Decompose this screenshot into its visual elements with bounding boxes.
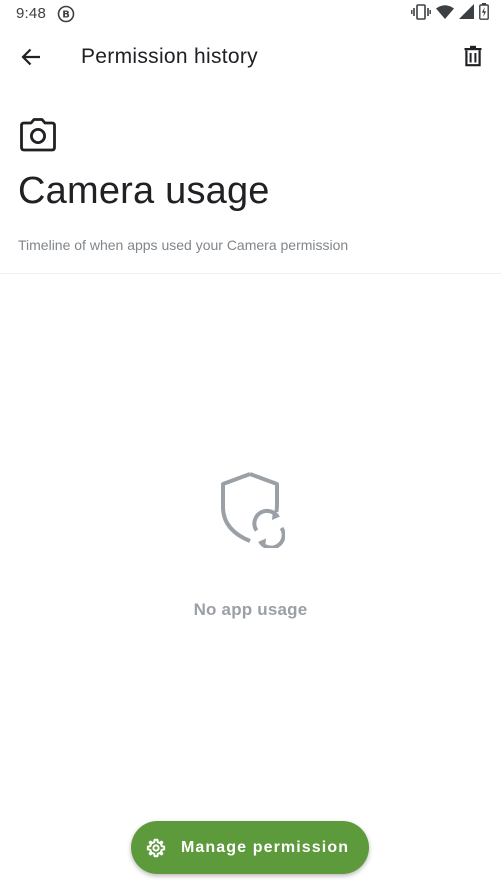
- page-subtitle: Timeline of when apps used your Camera p…: [18, 237, 349, 253]
- back-button[interactable]: [14, 44, 48, 74]
- signal-icon: [459, 4, 474, 24]
- sync-icon: B: [57, 5, 75, 23]
- shield-sync-icon: [219, 470, 286, 550]
- app-bar-title: Permission history: [81, 45, 258, 68]
- camera-icon: [20, 118, 56, 152]
- page-title: Camera usage: [18, 170, 270, 212]
- status-icons: [411, 3, 489, 25]
- status-bar: 9:48 B: [0, 0, 501, 28]
- manage-permission-button[interactable]: Manage permission: [131, 821, 369, 874]
- wifi-icon: [436, 4, 454, 24]
- status-time: 9:48: [16, 5, 46, 22]
- delete-button[interactable]: [457, 42, 489, 74]
- manage-permission-label: Manage permission: [181, 838, 350, 856]
- header-divider: [0, 273, 501, 274]
- vibrate-icon: [411, 3, 431, 25]
- back-arrow-icon: [21, 48, 41, 71]
- empty-state-message: No app usage: [193, 600, 308, 619]
- app-bar: Permission history: [0, 28, 501, 90]
- delete-icon: [464, 45, 482, 72]
- svg-text:B: B: [62, 10, 70, 21]
- gear-icon: [146, 838, 166, 858]
- battery-icon: [479, 3, 489, 25]
